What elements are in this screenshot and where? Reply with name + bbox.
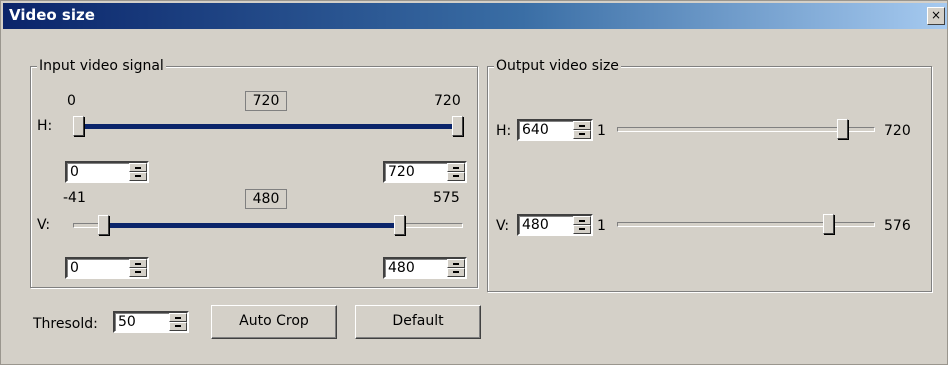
- output-h-value: 640: [522, 122, 549, 138]
- spin-up-icon[interactable]: [129, 259, 147, 268]
- output-h-slider-thumb[interactable]: [836, 119, 848, 139]
- spin-up-icon[interactable]: [573, 216, 591, 225]
- auto-crop-button[interactable]: Auto Crop: [211, 305, 337, 339]
- spin-up-icon[interactable]: [573, 121, 591, 130]
- input-h-low-spinner[interactable]: [129, 163, 147, 181]
- input-h-range-value: 720: [245, 91, 287, 111]
- threshold-label: Thresold:: [33, 316, 98, 332]
- input-h-min-label: 0: [67, 93, 76, 109]
- input-h-high-field[interactable]: 720: [383, 161, 467, 183]
- output-h-label: H:: [496, 123, 512, 139]
- spin-down-icon[interactable]: [169, 322, 187, 331]
- window-title: Video size: [9, 6, 95, 24]
- output-group-title: Output video size: [494, 57, 621, 75]
- output-v-max-label: 576: [884, 218, 911, 234]
- title-bar[interactable]: Video size ×: [3, 3, 947, 29]
- input-v-low-value: 0: [70, 260, 79, 276]
- input-h-high-thumb[interactable]: [452, 116, 463, 136]
- spin-down-icon[interactable]: [447, 172, 465, 181]
- input-h-low-thumb[interactable]: [73, 116, 84, 136]
- spin-up-icon[interactable]: [447, 163, 465, 172]
- input-v-label: V:: [37, 217, 51, 233]
- close-button[interactable]: ×: [927, 7, 945, 25]
- output-v-spinner[interactable]: [573, 216, 591, 234]
- default-button[interactable]: Default: [355, 305, 481, 339]
- input-v-high-field[interactable]: 480: [383, 257, 467, 279]
- input-v-high-value: 480: [388, 260, 415, 276]
- output-v-value: 480: [522, 217, 549, 233]
- input-h-low-value: 0: [70, 164, 79, 180]
- input-v-low-field[interactable]: 0: [65, 257, 149, 279]
- spin-down-icon[interactable]: [573, 130, 591, 139]
- input-v-min-label: -41: [63, 190, 86, 206]
- input-v-low-thumb[interactable]: [98, 215, 110, 235]
- threshold-field[interactable]: 50: [113, 311, 189, 333]
- output-h-spinner[interactable]: [573, 121, 591, 139]
- threshold-value: 50: [118, 314, 136, 330]
- spin-up-icon[interactable]: [447, 259, 465, 268]
- input-group-title: Input video signal: [37, 57, 166, 75]
- input-h-label: H:: [37, 118, 53, 134]
- input-v-low-spinner[interactable]: [129, 259, 147, 277]
- spin-down-icon[interactable]: [447, 268, 465, 277]
- close-icon: ×: [930, 8, 942, 22]
- spin-down-icon[interactable]: [129, 268, 147, 277]
- input-h-max-label: 720: [434, 93, 461, 109]
- spin-down-icon[interactable]: [573, 225, 591, 234]
- output-h-min-label: 1: [597, 123, 606, 139]
- input-h-low-field[interactable]: 0: [65, 161, 149, 183]
- video-size-dialog: Video size × Input video signal 0 720 72…: [0, 0, 948, 365]
- output-v-field[interactable]: 480: [517, 214, 593, 236]
- spin-up-icon[interactable]: [169, 313, 187, 322]
- output-h-max-label: 720: [884, 123, 911, 139]
- input-v-high-thumb[interactable]: [393, 215, 405, 235]
- input-h-range-fill: [79, 124, 458, 129]
- output-v-slider-track: [617, 222, 875, 227]
- spin-up-icon[interactable]: [129, 163, 147, 172]
- output-h-field[interactable]: 640: [517, 119, 593, 141]
- spin-down-icon[interactable]: [129, 172, 147, 181]
- output-v-min-label: 1: [597, 218, 606, 234]
- threshold-spinner[interactable]: [169, 313, 187, 331]
- input-v-range-fill: [104, 223, 400, 228]
- output-v-slider-thumb[interactable]: [822, 214, 834, 234]
- input-h-high-spinner[interactable]: [447, 163, 465, 181]
- input-v-max-label: 575: [433, 190, 460, 206]
- input-h-high-value: 720: [388, 164, 415, 180]
- input-v-high-spinner[interactable]: [447, 259, 465, 277]
- output-video-size-group: Output video size: [487, 57, 932, 292]
- output-v-label: V:: [496, 218, 510, 234]
- input-v-range-value: 480: [245, 189, 287, 209]
